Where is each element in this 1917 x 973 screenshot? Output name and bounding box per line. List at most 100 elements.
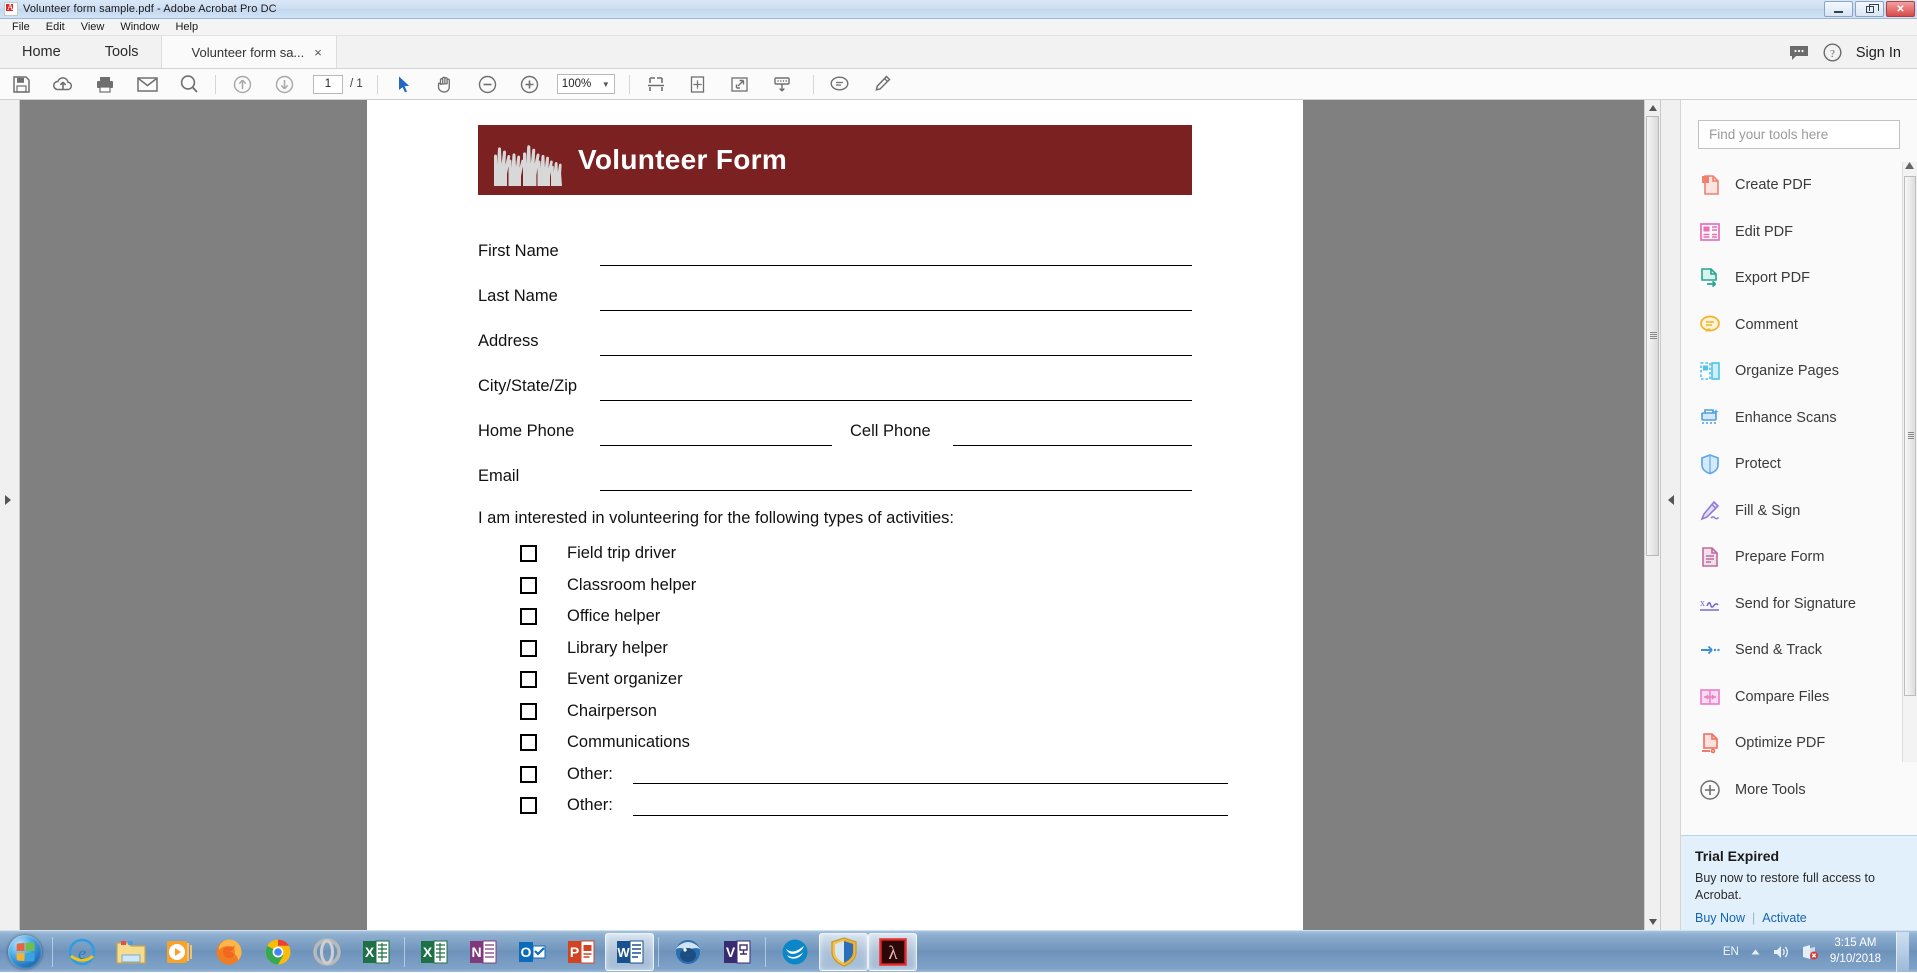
tool-compare-files[interactable]: Compare Files: [1681, 674, 1917, 721]
zoom-level-select[interactable]: 100% ▼: [557, 74, 615, 94]
add-comment-icon[interactable]: [819, 69, 861, 100]
zoom-out-icon[interactable]: [467, 69, 509, 100]
checkbox-other-2[interactable]: [520, 797, 537, 814]
document-tab[interactable]: Volunteer form sa... ×: [161, 36, 337, 68]
buy-now-link[interactable]: Buy Now: [1695, 911, 1745, 925]
show-desktop-button[interactable]: [1896, 932, 1909, 972]
scrollbar-thumb[interactable]: [1646, 116, 1659, 556]
document-scrollbar[interactable]: [1644, 100, 1660, 930]
taskbar-word[interactable]: W: [605, 933, 654, 971]
menu-file[interactable]: File: [5, 20, 37, 34]
checkbox-communications[interactable]: [520, 734, 537, 751]
right-panel-toggle[interactable]: [1660, 100, 1680, 930]
select-tool-icon[interactable]: [383, 69, 425, 100]
checkbox-classroom-helper[interactable]: [520, 577, 537, 594]
menu-view[interactable]: View: [74, 20, 112, 34]
fit-page-width-icon[interactable]: [635, 69, 677, 100]
other-2-input[interactable]: [633, 796, 1228, 816]
question-mark-icon[interactable]: ?: [1823, 43, 1842, 62]
tool-more-tools[interactable]: More Tools: [1681, 767, 1917, 814]
menu-edit[interactable]: Edit: [39, 20, 72, 34]
checkbox-office-helper[interactable]: [520, 608, 537, 625]
tool-prepare-form[interactable]: Prepare Form: [1681, 534, 1917, 581]
checkbox-field-trip-driver[interactable]: [520, 545, 537, 562]
tool-protect[interactable]: Protect: [1681, 441, 1917, 488]
search-icon[interactable]: [168, 69, 210, 100]
checkbox-chairperson[interactable]: [520, 703, 537, 720]
tool-enhance-scans[interactable]: Enhance Scans: [1681, 395, 1917, 442]
tool-export-pdf[interactable]: Export PDF: [1681, 255, 1917, 302]
taskbar-outlook[interactable]: O: [507, 933, 556, 971]
taskbar-excel[interactable]: X: [351, 933, 400, 971]
menu-help[interactable]: Help: [168, 20, 205, 34]
taskbar-openoffice[interactable]: [770, 933, 819, 971]
scroll-mode-icon[interactable]: [761, 69, 803, 100]
next-page-icon[interactable]: [263, 69, 305, 100]
left-panel-toggle[interactable]: [0, 100, 20, 930]
taskbar-visio[interactable]: V: [712, 933, 761, 971]
previous-page-icon[interactable]: [221, 69, 263, 100]
taskbar-clock[interactable]: 3:15 AM 9/10/2018: [1830, 936, 1881, 967]
home-phone-input[interactable]: [600, 412, 832, 446]
speech-bubble-icon[interactable]: [1789, 45, 1809, 61]
taskbar-acrobat[interactable]: λ: [868, 933, 917, 971]
scroll-down-button[interactable]: [1645, 914, 1660, 930]
start-button[interactable]: [2, 932, 48, 972]
taskbar-chrome[interactable]: [253, 933, 302, 971]
tab-home[interactable]: Home: [0, 36, 83, 68]
save-icon[interactable]: [0, 69, 42, 100]
taskbar-windows-defender[interactable]: [819, 933, 868, 971]
tool-comment[interactable]: Comment: [1681, 302, 1917, 349]
tool-fill-and-sign[interactable]: Fill & Sign: [1681, 488, 1917, 535]
taskbar-windows-media-player[interactable]: [155, 933, 204, 971]
other-1-input[interactable]: [633, 764, 1228, 784]
tools-scrollbar-thumb[interactable]: [1904, 176, 1916, 696]
cell-phone-input[interactable]: [953, 412, 1192, 446]
search-tools-input[interactable]: Find your tools here: [1698, 120, 1900, 149]
zoom-in-icon[interactable]: [509, 69, 551, 100]
city-state-zip-input[interactable]: [600, 367, 1192, 401]
first-name-input[interactable]: [600, 232, 1192, 266]
tool-organize-pages[interactable]: Organize Pages: [1681, 348, 1917, 395]
pdf-page[interactable]: Volunteer Form First Name Last Name Addr…: [367, 100, 1303, 930]
taskbar-internet-explorer[interactable]: e: [57, 933, 106, 971]
tool-optimize-pdf[interactable]: Optimize PDF: [1681, 720, 1917, 767]
hand-tool-icon[interactable]: [425, 69, 467, 100]
taskbar-powerpoint[interactable]: P: [556, 933, 605, 971]
close-icon[interactable]: ×: [314, 45, 322, 60]
tool-send-for-signature[interactable]: x Send for Signature: [1681, 581, 1917, 628]
tool-send-and-track[interactable]: Send & Track: [1681, 627, 1917, 674]
taskbar-thunderbird[interactable]: [663, 933, 712, 971]
tab-tools[interactable]: Tools: [83, 36, 161, 68]
tool-edit-pdf[interactable]: Edit PDF: [1681, 209, 1917, 256]
menu-window[interactable]: Window: [113, 20, 166, 34]
upload-to-cloud-icon[interactable]: [42, 69, 84, 100]
close-button[interactable]: ✕: [1886, 1, 1915, 17]
page-number-input[interactable]: 1: [313, 75, 343, 94]
email-input[interactable]: [600, 457, 1192, 491]
tools-panel-scrollbar[interactable]: [1902, 162, 1917, 762]
scroll-up-button[interactable]: [1645, 100, 1660, 116]
minimize-button[interactable]: [1824, 1, 1853, 17]
restore-button[interactable]: [1855, 1, 1884, 17]
sign-in-button[interactable]: Sign In: [1856, 45, 1901, 61]
last-name-input[interactable]: [600, 277, 1192, 311]
checkbox-other-1[interactable]: [520, 766, 537, 783]
tool-create-pdf[interactable]: Create PDF: [1681, 162, 1917, 209]
activate-link[interactable]: Activate: [1762, 911, 1806, 925]
language-indicator[interactable]: EN: [1723, 946, 1739, 958]
chevron-up-icon[interactable]: [1750, 948, 1761, 956]
checkbox-event-organizer[interactable]: [520, 671, 537, 688]
taskbar-file-explorer[interactable]: [106, 933, 155, 971]
speaker-icon[interactable]: [1772, 944, 1790, 960]
highlight-text-icon[interactable]: [861, 69, 903, 100]
taskbar-opera[interactable]: [302, 933, 351, 971]
network-error-icon[interactable]: [1801, 944, 1819, 960]
fullscreen-icon[interactable]: [719, 69, 761, 100]
taskbar-onenote[interactable]: N: [458, 933, 507, 971]
checkbox-library-helper[interactable]: [520, 640, 537, 657]
print-icon[interactable]: [84, 69, 126, 100]
taskbar-firefox[interactable]: [204, 933, 253, 971]
email-icon[interactable]: [126, 69, 168, 100]
taskbar-excel-2[interactable]: X: [409, 933, 458, 971]
